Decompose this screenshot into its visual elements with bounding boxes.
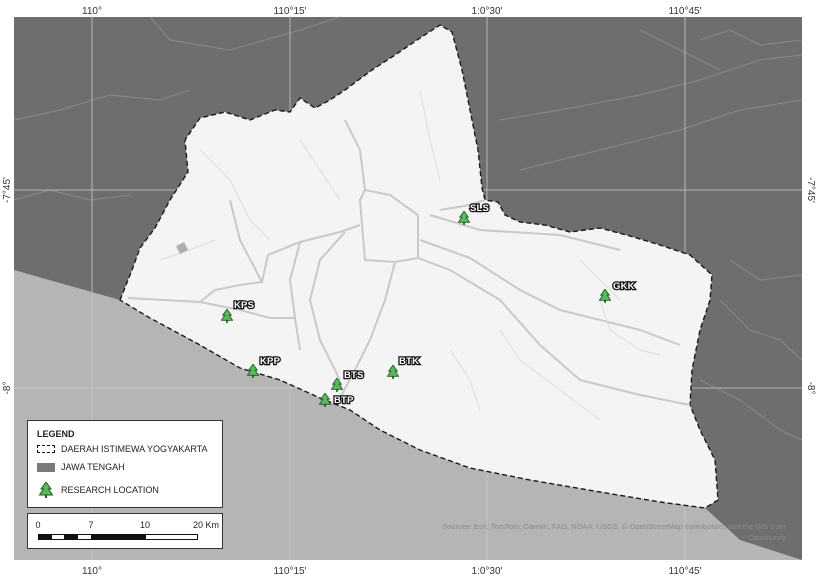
scale-bar: 0 7 10 20 Km	[27, 513, 223, 549]
site-label: BTP	[334, 395, 354, 406]
coord-top-1: 110°	[82, 6, 102, 17]
coord-bottom-4: 110°45'	[669, 566, 702, 577]
site-label: GKK	[613, 281, 635, 292]
legend-label: DAERAH ISTIMEWA YOGYAKARTA	[61, 444, 208, 454]
coord-left-1: -7°45'	[2, 177, 13, 203]
attribution-text: Sources: Esri, TomTom, Garmin, FAO, NOAA…	[442, 522, 786, 542]
site-label: KPP	[260, 356, 281, 367]
coord-bottom-1: 110°	[82, 566, 102, 577]
scale-tick: 0	[35, 520, 41, 530]
scale-tick: 20 Km	[192, 520, 220, 530]
legend: LEGEND DAERAH ISTIMEWA YOGYAKARTA JAWA T…	[27, 420, 223, 508]
coord-right-1: -7°45'	[805, 177, 816, 203]
scale-tick: 10	[139, 520, 151, 530]
site-btp[interactable]: BTP	[319, 393, 355, 407]
legend-label: RESEARCH LOCATION	[61, 485, 159, 495]
scale-tick: 7	[88, 520, 94, 530]
coord-top-4: 110°45'	[669, 6, 702, 17]
site-label: BTS	[344, 370, 364, 381]
legend-item-jawa-tengah: JAWA TENGAH	[37, 462, 125, 472]
scale-segment	[38, 534, 52, 540]
site-label: BTK	[399, 356, 419, 367]
tree-icon	[38, 482, 54, 498]
dashed-boundary-swatch	[37, 445, 55, 453]
legend-title: LEGEND	[37, 429, 75, 439]
site-label: SLS	[470, 203, 489, 214]
coord-left-2: -8°	[2, 382, 13, 395]
scale-segment	[145, 534, 198, 540]
coord-bottom-3: 1:0°30'	[472, 566, 503, 577]
gray-fill-swatch	[37, 462, 55, 472]
scale-segment	[51, 534, 65, 540]
scale-segment	[91, 534, 146, 540]
scale-segment	[77, 534, 92, 540]
legend-label: JAWA TENGAH	[61, 462, 125, 472]
legend-item-research-location: RESEARCH LOCATION	[37, 482, 159, 498]
scale-segment	[64, 534, 78, 540]
coord-top-3: 1:0°30'	[472, 6, 503, 17]
legend-item-diy: DAERAH ISTIMEWA YOGYAKARTA	[37, 444, 208, 454]
coord-bottom-2: 110°15'	[274, 566, 307, 577]
coord-right-2: -8°	[805, 382, 816, 395]
coord-top-2: 110°15'	[274, 6, 307, 17]
site-label: KPS	[234, 300, 254, 311]
